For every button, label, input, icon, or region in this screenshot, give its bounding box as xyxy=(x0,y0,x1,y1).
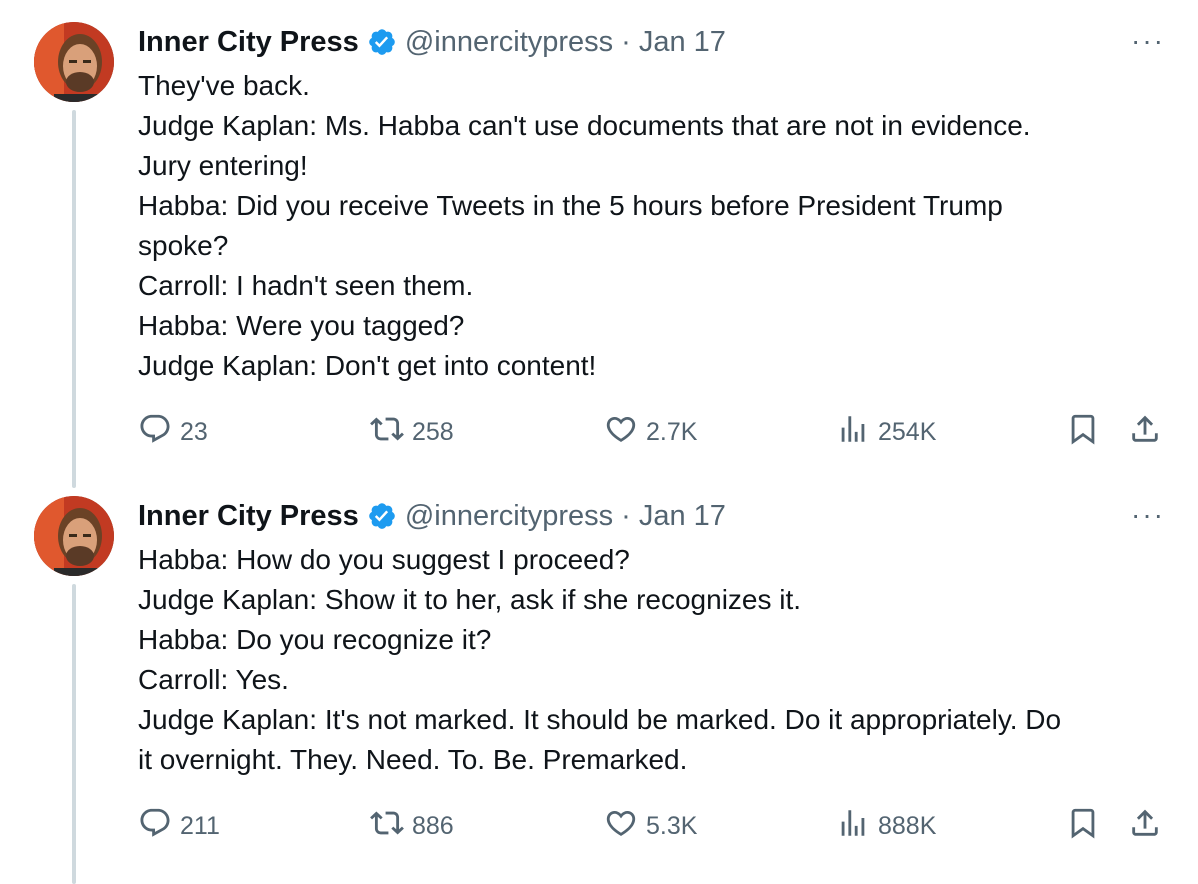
more-icon[interactable]: ··· xyxy=(1128,25,1168,56)
author-name[interactable]: Inner City Press xyxy=(138,500,359,533)
like-button[interactable]: 5.3K xyxy=(604,806,697,846)
verified-badge-icon xyxy=(367,27,397,57)
reply-button[interactable]: 23 xyxy=(138,412,208,452)
action-bar: 211 886 5.3K 888K xyxy=(138,806,1168,846)
bookmark-icon xyxy=(1066,806,1100,847)
like-count: 2.7K xyxy=(646,417,698,446)
bookmark-button[interactable] xyxy=(1066,806,1100,846)
tweet-line: spoke? xyxy=(138,230,229,261)
views-icon xyxy=(836,806,870,847)
tweet-line: Habba: Do you recognize it? xyxy=(138,624,492,655)
reply-icon xyxy=(138,412,172,453)
views-icon xyxy=(836,412,870,453)
like-icon xyxy=(604,806,638,847)
repost-count: 886 xyxy=(412,811,454,840)
like-button[interactable]: 2.7K xyxy=(604,412,697,452)
views-button[interactable]: 254K xyxy=(836,412,936,452)
tweet-text: Habba: How do you suggest I proceed? Jud… xyxy=(138,540,1168,780)
share-icon xyxy=(1128,806,1162,847)
like-icon xyxy=(604,412,638,453)
views-count: 888K xyxy=(878,811,937,840)
tweet-line: Habba: Were you tagged? xyxy=(138,310,465,341)
repost-button[interactable]: 886 xyxy=(370,806,454,846)
views-button[interactable]: 888K xyxy=(836,806,936,846)
bookmark-icon xyxy=(1066,412,1100,453)
reply-count: 211 xyxy=(180,811,220,840)
tweet-line: Carroll: I hadn't seen them. xyxy=(138,270,474,301)
tweet-line: Habba: How do you suggest I proceed? xyxy=(138,544,630,575)
avatar-image xyxy=(34,496,114,576)
tweet-line: Jury entering! xyxy=(138,150,308,181)
author-name[interactable]: Inner City Press xyxy=(138,26,359,59)
verified-badge-icon xyxy=(367,501,397,531)
avatar[interactable] xyxy=(34,496,114,576)
tweet-line: it overnight. They. Need. To. Be. Premar… xyxy=(138,744,688,775)
like-count: 5.3K xyxy=(646,811,698,840)
action-bar: 23 258 2.7K 254K xyxy=(138,412,1168,452)
author-handle[interactable]: @innercitypress xyxy=(405,26,613,59)
tweet-date[interactable]: Jan 17 xyxy=(639,26,726,59)
tweet-header: Inner City Press @innercitypress · Jan 1… xyxy=(138,496,726,536)
author-handle[interactable]: @innercitypress xyxy=(405,500,613,533)
tweet-line: Carroll: Yes. xyxy=(138,664,289,695)
share-button[interactable] xyxy=(1128,412,1162,452)
reply-icon xyxy=(138,806,172,847)
separator: · xyxy=(621,499,631,532)
share-icon xyxy=(1128,412,1162,453)
reply-count: 23 xyxy=(180,417,208,446)
tweet-line: They've back. xyxy=(138,70,310,101)
repost-count: 258 xyxy=(412,417,454,446)
tweet-line: Judge Kaplan: Don't get into content! xyxy=(138,350,597,381)
repost-button[interactable]: 258 xyxy=(370,412,454,452)
bookmark-button[interactable] xyxy=(1066,412,1100,452)
tweet-date[interactable]: Jan 17 xyxy=(639,500,726,533)
reply-button[interactable]: 211 xyxy=(138,806,220,846)
tweet-line: Judge Kaplan: It's not marked. It should… xyxy=(138,704,1062,735)
tweet-line: Habba: Did you receive Tweets in the 5 h… xyxy=(138,190,1003,221)
tweet[interactable]: Inner City Press @innercitypress · Jan 1… xyxy=(0,474,1198,884)
tweet-line: Judge Kaplan: Show it to her, ask if she… xyxy=(138,584,802,615)
share-button[interactable] xyxy=(1128,806,1162,846)
tweet-text: They've back. Judge Kaplan: Ms. Habba ca… xyxy=(138,66,1168,386)
separator: · xyxy=(621,25,631,58)
repost-icon xyxy=(370,806,404,847)
tweet-line: Judge Kaplan: Ms. Habba can't use docume… xyxy=(138,110,1031,141)
views-count: 254K xyxy=(878,417,937,446)
tweet[interactable]: Inner City Press @innercitypress · Jan 1… xyxy=(0,0,1198,474)
avatar[interactable] xyxy=(34,22,114,102)
avatar-image xyxy=(34,22,114,102)
repost-icon xyxy=(370,412,404,453)
more-icon[interactable]: ··· xyxy=(1128,499,1168,530)
tweet-header: Inner City Press @innercitypress · Jan 1… xyxy=(138,22,726,62)
